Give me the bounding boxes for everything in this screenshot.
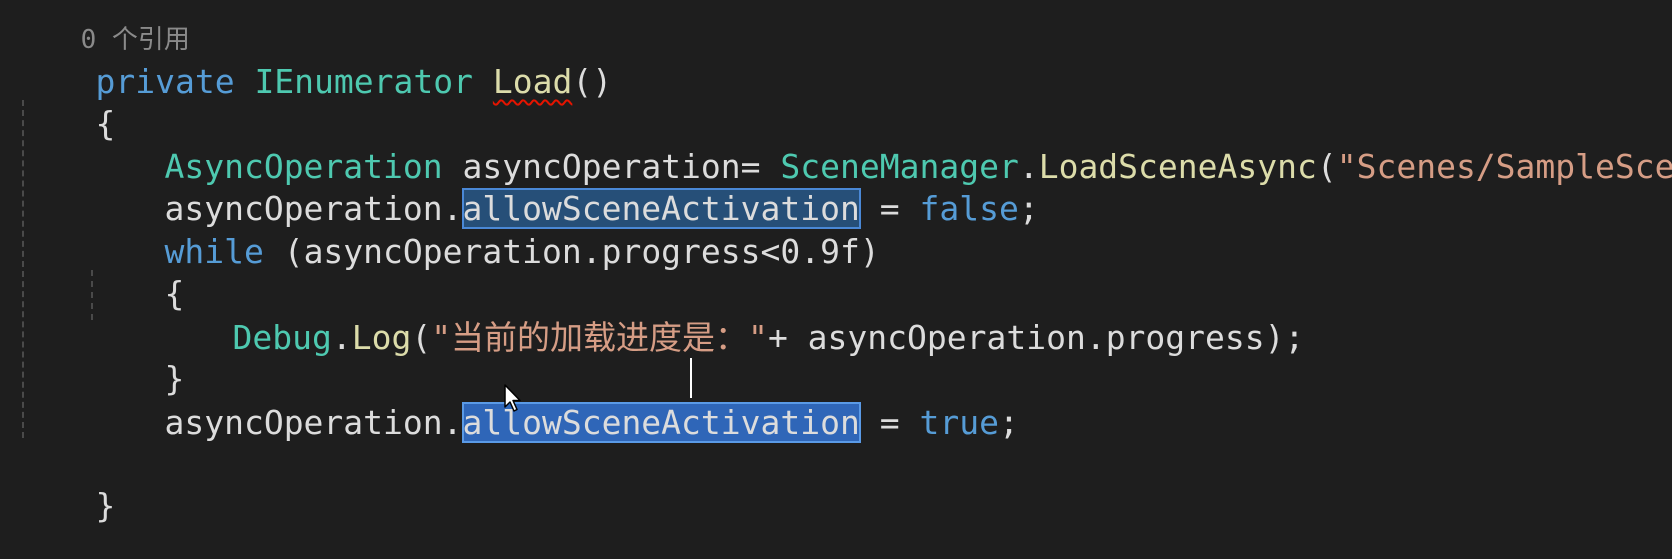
code-line-async-operation[interactable]: AsyncOperation asyncOperation= SceneMana… xyxy=(85,101,1672,186)
type-debug: Debug xyxy=(232,318,332,357)
keyword-private: private xyxy=(95,62,235,101)
text-caret xyxy=(690,358,692,398)
method-log: Log xyxy=(351,318,412,357)
code-line-allow-false[interactable]: asyncOperation.allowSceneActivation = fa… xyxy=(85,143,1039,229)
code-editor[interactable]: 0 个引用 private IEnumerator Load() { Async… xyxy=(0,0,1672,559)
code-line-while[interactable]: while (asyncOperation.progress<0.9f) xyxy=(85,186,879,271)
code-line-debug-log[interactable]: Debug.Log("当前的加载进度是："+ asyncOperation.pr… xyxy=(153,272,1304,357)
code-line-inner-brace-close[interactable]: } xyxy=(85,313,184,398)
type-ienumerator: IEnumerator xyxy=(254,62,473,101)
code-line-allow-true[interactable]: asyncOperation.allowSceneActivation = tr… xyxy=(85,357,1019,443)
mouse-pointer-icon xyxy=(504,384,521,412)
string-scene-path: "Scenes/SampleScene01" xyxy=(1336,147,1672,186)
method-load: Load xyxy=(492,62,573,101)
code-line-inner-brace-open[interactable]: { xyxy=(85,228,184,313)
method-loadsceneasync: LoadSceneAsync xyxy=(1038,147,1317,186)
code-line-brace-close[interactable]: } xyxy=(16,440,115,525)
code-line-brace-open[interactable]: { xyxy=(16,58,115,143)
string-progress-message: "当前的加载进度是：" xyxy=(431,318,768,357)
keyword-false: false xyxy=(919,189,1019,228)
keyword-true: true xyxy=(919,403,999,442)
code-line-signature[interactable]: private IEnumerator Load() xyxy=(16,16,612,101)
